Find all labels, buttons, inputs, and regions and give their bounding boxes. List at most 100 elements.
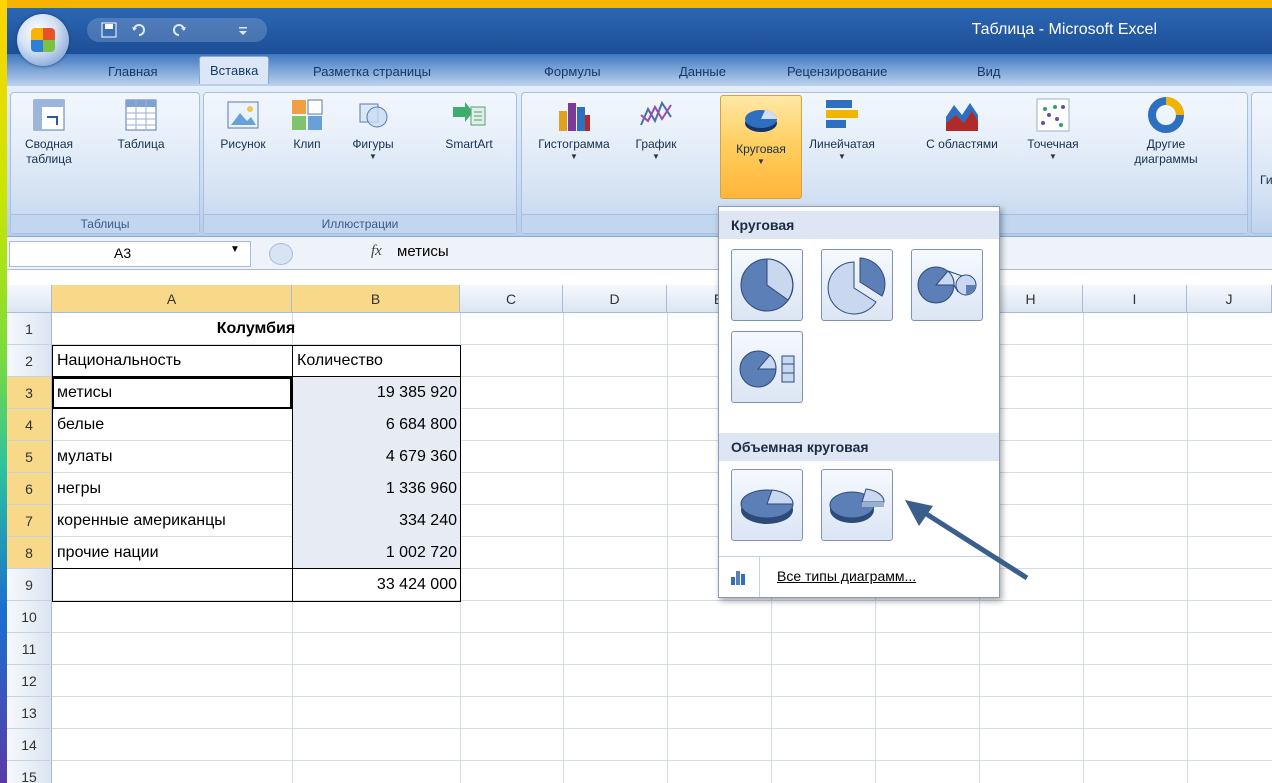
column-header-i[interactable]: I xyxy=(1083,285,1187,313)
quick-access-toolbar xyxy=(87,18,267,42)
header-nationality-cell[interactable]: Национальность xyxy=(57,345,287,377)
pivot-table-icon xyxy=(31,97,67,133)
name-box[interactable]: A3 ▼ xyxy=(9,241,251,267)
formula-input[interactable]: метисы xyxy=(397,243,449,260)
column-header-j[interactable]: J xyxy=(1187,285,1272,313)
table-button[interactable]: Таблица xyxy=(111,97,171,152)
smartart-icon xyxy=(451,97,487,133)
redo-icon[interactable] xyxy=(171,22,187,38)
row-header-7[interactable]: 7 xyxy=(7,505,52,537)
scatter-chart-button[interactable]: Точечная ▼ xyxy=(1018,97,1088,162)
column-header-d[interactable]: D xyxy=(563,285,667,313)
customize-toolbar-icon[interactable] xyxy=(235,22,251,38)
sheet-title-cell[interactable]: Колумбия xyxy=(52,313,460,345)
clip-label: Клип xyxy=(293,137,321,151)
scatter-chart-arrow: ▼ xyxy=(1049,152,1057,161)
pie-of-pie-option-button[interactable] xyxy=(911,249,983,321)
tab-page-layout[interactable]: Разметка страницы xyxy=(313,62,431,81)
cell-a5[interactable]: мулаты xyxy=(57,441,290,473)
tab-insert[interactable]: Вставка xyxy=(199,56,270,84)
smartart-button[interactable]: SmartArt xyxy=(428,97,510,152)
column-header-a[interactable]: A xyxy=(52,285,292,313)
row-header-1[interactable]: 1 xyxy=(7,313,52,345)
cell-b6[interactable]: 1 336 960 xyxy=(297,473,457,505)
clip-button[interactable]: Клип xyxy=(282,97,332,152)
exploded-pie-3d-icon xyxy=(829,488,885,523)
cell-b3[interactable]: 19 385 920 xyxy=(297,377,457,409)
formula-expand-icon[interactable] xyxy=(269,243,293,265)
row-header-10[interactable]: 10 xyxy=(7,601,52,633)
table-label: Таблица xyxy=(117,137,165,151)
exploded-pie-option-button[interactable] xyxy=(821,249,893,321)
next-group-partial-label: Ги xyxy=(1260,173,1272,187)
cell-a6[interactable]: негры xyxy=(57,473,290,505)
row-header-9[interactable]: 9 xyxy=(7,569,52,601)
picture-button[interactable]: Рисунок xyxy=(208,97,278,152)
annotation-arrow xyxy=(905,500,1029,581)
tab-home[interactable]: Главная xyxy=(108,62,157,81)
row-header-5[interactable]: 5 xyxy=(7,441,52,473)
cell-a8[interactable]: прочие нации xyxy=(57,537,290,569)
cell-a4[interactable]: белые xyxy=(57,409,290,441)
other-charts-icon xyxy=(1148,97,1184,133)
pie-chart-button[interactable]: Круговая ▼ xyxy=(720,95,802,199)
row-header-8[interactable]: 8 xyxy=(7,537,52,569)
gridline xyxy=(52,632,1272,633)
cell-a3[interactable]: метисы xyxy=(57,377,290,409)
ribbon: Сводная таблица Таблица Таблицы Рисунок xyxy=(7,86,1272,237)
shapes-label: Фигуры xyxy=(352,137,394,151)
row-header-3[interactable]: 3 xyxy=(7,377,52,409)
row-header-11[interactable]: 11 xyxy=(7,633,52,665)
column-chart-icon xyxy=(556,97,592,133)
row-header-6[interactable]: 6 xyxy=(7,473,52,505)
section-pie-header: Круговая xyxy=(719,211,999,239)
cell-b7[interactable]: 334 240 xyxy=(297,505,457,537)
undo-icon[interactable] xyxy=(131,22,147,38)
spreadsheet-grid: A B C D E F G H I J 1 2 3 4 5 6 7 8 9 10… xyxy=(7,285,1272,783)
cell-a7[interactable]: коренные американцы xyxy=(57,505,290,537)
cell-b9-total[interactable]: 33 424 000 xyxy=(297,569,457,601)
column-chart-button[interactable]: Гистограмма ▼ xyxy=(526,97,622,162)
tab-formulas[interactable]: Формулы xyxy=(544,62,601,81)
line-chart-arrow: ▼ xyxy=(652,152,660,161)
section-3d-pie-header: Объемная круговая xyxy=(719,433,999,461)
shapes-button[interactable]: Фигуры ▼ xyxy=(338,97,408,162)
line-chart-button[interactable]: График ▼ xyxy=(628,97,684,162)
other-charts-button[interactable]: Другие диаграммы xyxy=(1118,97,1214,167)
area-chart-label: С областями xyxy=(926,137,998,151)
exploded-pie-3d-option-button[interactable] xyxy=(821,469,893,541)
row-header-2[interactable]: 2 xyxy=(7,345,52,377)
gridline xyxy=(52,728,1272,729)
column-header-b[interactable]: B xyxy=(292,285,460,313)
cell-b4[interactable]: 6 684 800 xyxy=(297,409,457,441)
row-header-13[interactable]: 13 xyxy=(7,697,52,729)
column-header-c[interactable]: C xyxy=(460,285,563,313)
other-charts-label: Другие диаграммы xyxy=(1134,137,1198,166)
column-chart-arrow: ▼ xyxy=(570,152,578,161)
tab-view[interactable]: Вид xyxy=(977,62,1001,81)
save-icon[interactable] xyxy=(101,22,117,38)
row-header-15[interactable]: 15 xyxy=(7,761,52,783)
pie-option-button[interactable] xyxy=(731,249,803,321)
pivot-table-button[interactable]: Сводная таблица xyxy=(19,97,79,167)
select-all-corner[interactable] xyxy=(7,285,52,313)
row-header-4[interactable]: 4 xyxy=(7,409,52,441)
tab-strip: Главная Вставка Разметка страницы Формул… xyxy=(7,54,1272,86)
cell-b5[interactable]: 4 679 360 xyxy=(297,441,457,473)
tab-data[interactable]: Данные xyxy=(679,62,726,81)
chevron-down-icon[interactable]: ▼ xyxy=(230,244,240,255)
name-box-value: A3 xyxy=(114,245,132,261)
pie-3d-option-button[interactable] xyxy=(731,469,803,541)
area-chart-button[interactable]: С областями xyxy=(922,97,1002,152)
gridline xyxy=(52,664,1272,665)
pie-chart-icon xyxy=(743,102,779,138)
tab-review[interactable]: Рецензирование xyxy=(787,62,887,81)
row-header-12[interactable]: 12 xyxy=(7,665,52,697)
header-quantity-cell[interactable]: Количество xyxy=(297,345,457,377)
row-header-14[interactable]: 14 xyxy=(7,729,52,761)
cell-b8[interactable]: 1 002 720 xyxy=(297,537,457,569)
office-button[interactable] xyxy=(17,14,69,66)
bar-chart-button[interactable]: Линейчатая ▼ xyxy=(802,97,882,162)
fx-icon[interactable]: fx xyxy=(371,243,382,260)
bar-of-pie-option-button[interactable] xyxy=(731,331,803,403)
